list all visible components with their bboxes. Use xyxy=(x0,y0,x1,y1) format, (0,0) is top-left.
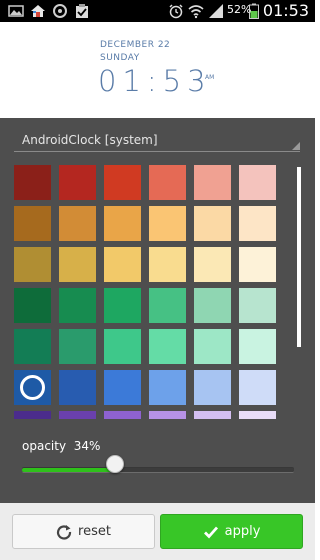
opacity-label: opacity 34% xyxy=(22,439,100,453)
color-swatch[interactable] xyxy=(59,411,96,419)
ampm-text: AM xyxy=(205,74,215,81)
color-swatch[interactable] xyxy=(104,165,141,200)
alarm-icon xyxy=(169,4,183,19)
home-icon xyxy=(31,5,45,17)
apply-label: apply xyxy=(224,524,261,539)
color-swatch[interactable] xyxy=(194,165,231,200)
color-swatch[interactable] xyxy=(194,370,231,405)
reset-button[interactable]: reset xyxy=(12,514,155,549)
widget-spinner[interactable]: AndroidClock [system] xyxy=(14,130,300,152)
clock-time: 01:53 xyxy=(98,64,212,98)
opacity-slider-track[interactable] xyxy=(22,467,294,473)
battery-percent: 52% xyxy=(227,3,252,16)
color-swatch[interactable] xyxy=(104,206,141,241)
status-time: 01:53 xyxy=(262,1,309,20)
date-text: DECEMBER 22 xyxy=(100,40,171,50)
picture-icon xyxy=(8,5,24,17)
battery-icon xyxy=(249,3,259,19)
color-swatch[interactable] xyxy=(14,165,51,200)
color-swatch[interactable] xyxy=(239,165,276,200)
apply-button[interactable]: apply xyxy=(160,514,303,549)
color-swatch[interactable] xyxy=(14,370,51,405)
color-swatch[interactable] xyxy=(194,247,231,282)
opacity-slider-fill xyxy=(22,468,115,472)
signal-icon xyxy=(209,4,223,18)
color-swatch[interactable] xyxy=(239,247,276,282)
weekday-text: SUNDAY xyxy=(100,53,140,63)
sync-icon xyxy=(53,4,67,18)
clock-widget-preview: DECEMBER 22 SUNDAY 01:53 AM xyxy=(0,22,315,118)
color-swatch[interactable] xyxy=(59,247,96,282)
color-swatch[interactable] xyxy=(239,206,276,241)
color-swatch[interactable] xyxy=(149,288,186,323)
refresh-icon xyxy=(56,524,72,540)
color-swatch[interactable] xyxy=(239,288,276,323)
color-swatch[interactable] xyxy=(149,206,186,241)
checkmark-icon xyxy=(203,526,218,539)
color-swatch[interactable] xyxy=(239,370,276,405)
color-swatch[interactable] xyxy=(149,411,186,419)
color-swatch[interactable] xyxy=(59,288,96,323)
color-picker-panel: AndroidClock [system] opacity 34% xyxy=(0,118,315,503)
color-swatch[interactable] xyxy=(149,247,186,282)
color-swatch[interactable] xyxy=(149,165,186,200)
wifi-icon xyxy=(188,5,204,19)
opacity-label-text: opacity xyxy=(22,439,67,453)
color-swatch[interactable] xyxy=(59,165,96,200)
grid-scrollbar[interactable] xyxy=(297,167,301,347)
status-bar: 52% 01:53 xyxy=(0,0,315,22)
color-swatch[interactable] xyxy=(14,329,51,364)
color-swatch[interactable] xyxy=(104,370,141,405)
opacity-value: 34% xyxy=(73,439,101,453)
color-swatch[interactable] xyxy=(59,329,96,364)
color-swatch[interactable] xyxy=(59,206,96,241)
color-swatch[interactable] xyxy=(59,370,96,405)
color-swatch[interactable] xyxy=(194,288,231,323)
color-swatch[interactable] xyxy=(14,411,51,419)
button-bar: reset apply xyxy=(0,503,315,560)
color-swatch[interactable] xyxy=(104,288,141,323)
color-swatch[interactable] xyxy=(14,206,51,241)
color-swatch[interactable] xyxy=(149,370,186,405)
color-swatch[interactable] xyxy=(104,329,141,364)
color-swatch[interactable] xyxy=(149,329,186,364)
color-swatch[interactable] xyxy=(194,329,231,364)
color-swatch[interactable] xyxy=(14,247,51,282)
color-swatch-grid xyxy=(14,165,284,419)
color-swatch[interactable] xyxy=(104,411,141,419)
selected-ring-icon xyxy=(20,375,45,400)
color-swatch[interactable] xyxy=(104,247,141,282)
color-swatch[interactable] xyxy=(194,206,231,241)
color-swatch[interactable] xyxy=(194,411,231,419)
clipboard-check-icon xyxy=(76,4,88,18)
spinner-arrow-icon xyxy=(292,142,300,150)
spinner-label: AndroidClock [system] xyxy=(22,133,158,147)
reset-label: reset xyxy=(78,524,111,539)
color-swatch[interactable] xyxy=(239,329,276,364)
color-swatch[interactable] xyxy=(14,288,51,323)
color-swatch[interactable] xyxy=(239,411,276,419)
